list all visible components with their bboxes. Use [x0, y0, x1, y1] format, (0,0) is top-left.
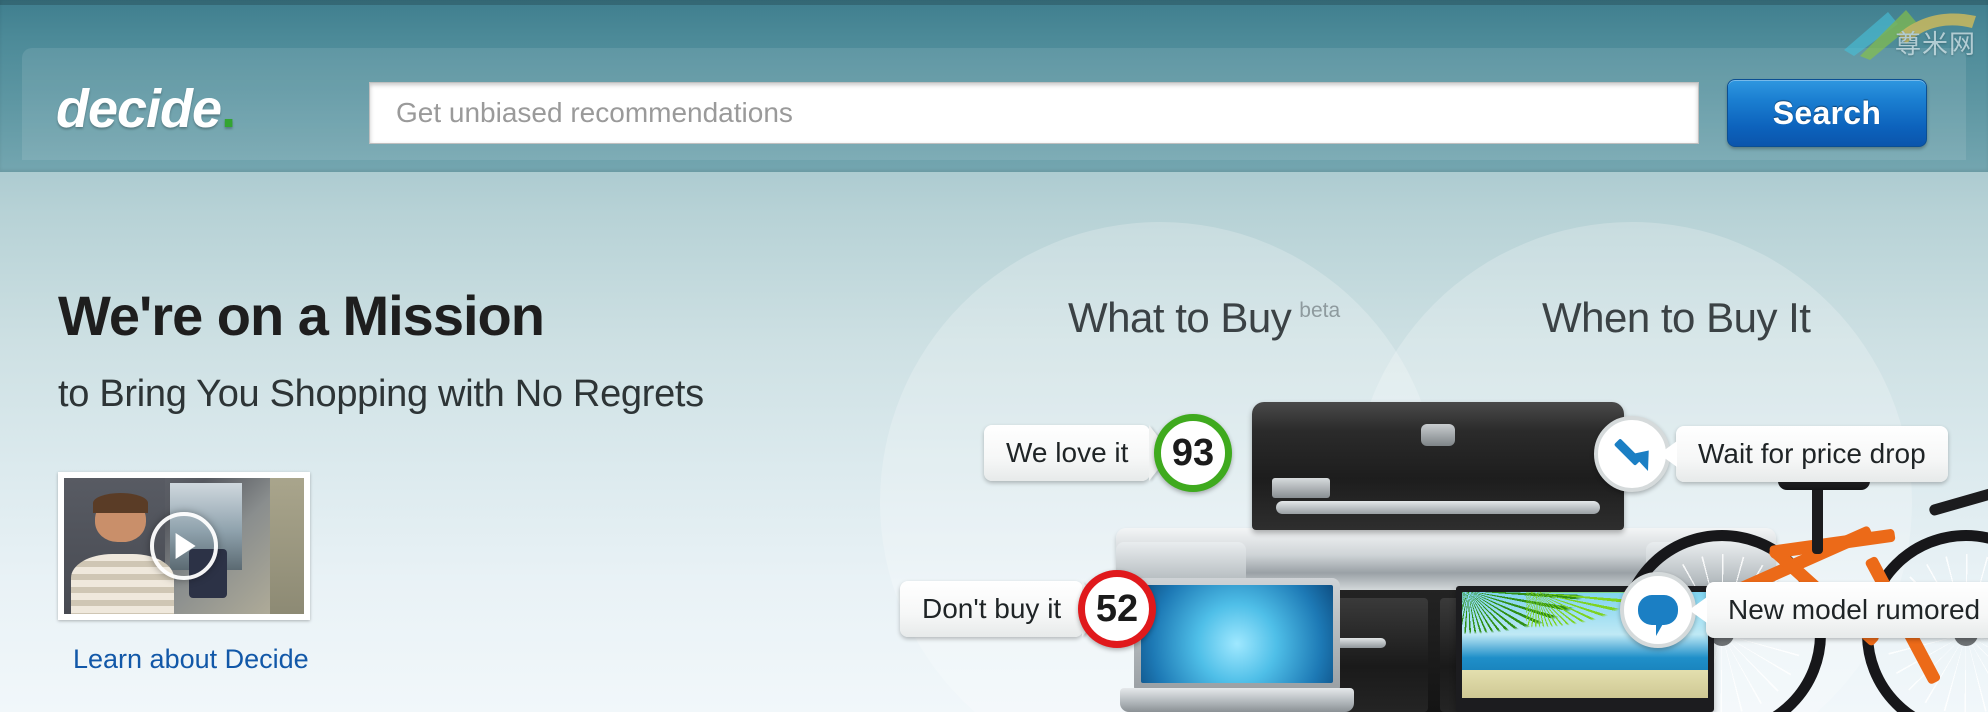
grill-brand-badge: [1272, 478, 1330, 498]
grill-lid-handle: [1276, 501, 1600, 514]
homepage: decide. Search 尊米网 We're on a Mission to…: [0, 0, 1988, 712]
learn-about-decide-link[interactable]: Learn about Decide: [73, 644, 309, 675]
speech-bubble-glyph: [1638, 595, 1678, 636]
bike-handlebars: [1928, 482, 1988, 517]
intro-video-thumbnail[interactable]: [58, 472, 310, 620]
page-subtitle: to Bring You Shopping with No Regrets: [58, 373, 704, 415]
laptop-lid: [1134, 578, 1340, 690]
callout-wait-for-price-drop: Wait for price drop: [1659, 426, 1948, 482]
watermark-logo: 尊米网: [1836, 4, 1982, 60]
beta-badge: beta: [1299, 299, 1341, 322]
grill-lid-knob: [1421, 424, 1455, 446]
section-title-what: What to Buy: [1068, 294, 1292, 341]
tv-beach-sand: [1462, 670, 1708, 698]
laptop-product: [1120, 578, 1354, 712]
grill-lid: [1252, 402, 1624, 530]
score-badge-93: 93: [1154, 414, 1232, 492]
callout-dont-buy-it: Don't buy it: [900, 581, 1084, 637]
arrow-down-right-glyph: [1613, 435, 1651, 473]
logo-dot: .: [221, 79, 236, 139]
play-button-icon[interactable]: [150, 512, 218, 580]
play-triangle-icon: [175, 533, 196, 559]
bike-seatpost: [1812, 484, 1823, 554]
logo-wordmark: decide: [56, 79, 222, 139]
speech-bubble-icon: [1620, 572, 1696, 648]
search-button[interactable]: Search: [1727, 79, 1927, 147]
site-header: decide. Search 尊米网: [0, 0, 1988, 172]
laptop-base: [1120, 688, 1354, 712]
decide-logo[interactable]: decide.: [56, 78, 286, 140]
callout-new-model-rumored: New model rumored: [1688, 582, 1988, 638]
callout-we-love-it: We love it: [984, 425, 1151, 481]
score-badge-52: 52: [1078, 570, 1156, 648]
video-person-hair: [92, 492, 148, 514]
page-title: We're on a Mission: [58, 284, 545, 347]
section-heading-when-to-buy: When to Buy It: [1542, 294, 1811, 341]
search-input[interactable]: [369, 82, 1699, 144]
laptop-screen: [1141, 585, 1333, 683]
video-bg-right: [270, 478, 304, 614]
section-heading-what-to-buy: What to Buy beta: [1068, 294, 1340, 342]
watermark-text: 尊米网: [1894, 30, 1976, 60]
video-thumb-image: [64, 478, 304, 614]
